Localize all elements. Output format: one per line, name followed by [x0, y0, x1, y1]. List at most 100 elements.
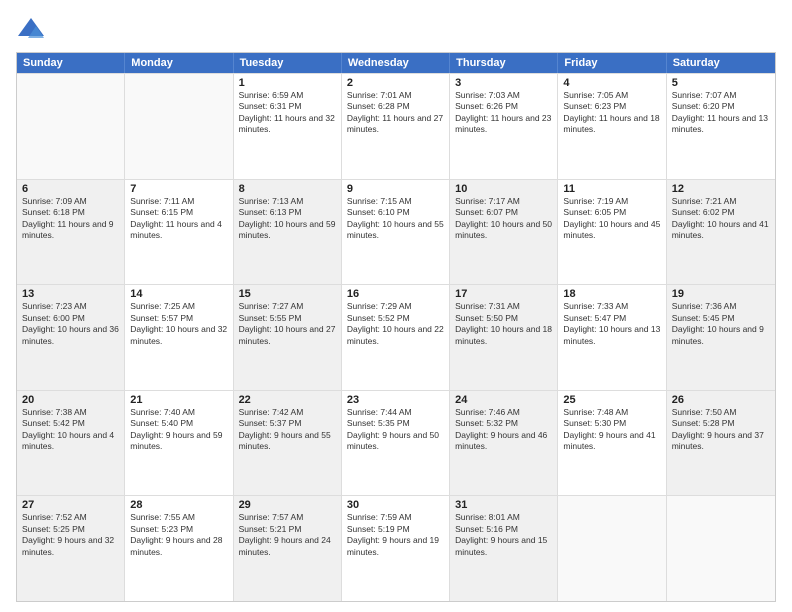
day-number: 21 [130, 394, 227, 406]
day-info: Sunrise: 7:29 AM Sunset: 5:52 PM Dayligh… [347, 301, 444, 347]
calendar-cell: 19Sunrise: 7:36 AM Sunset: 5:45 PM Dayli… [667, 285, 775, 390]
calendar-cell [667, 496, 775, 601]
day-number: 31 [455, 499, 552, 511]
calendar-cell: 6Sunrise: 7:09 AM Sunset: 6:18 PM Daylig… [17, 180, 125, 285]
calendar-cell: 17Sunrise: 7:31 AM Sunset: 5:50 PM Dayli… [450, 285, 558, 390]
day-number: 30 [347, 499, 444, 511]
day-info: Sunrise: 7:52 AM Sunset: 5:25 PM Dayligh… [22, 512, 119, 558]
day-number: 13 [22, 288, 119, 300]
calendar-cell: 20Sunrise: 7:38 AM Sunset: 5:42 PM Dayli… [17, 391, 125, 496]
day-number: 4 [563, 77, 660, 89]
day-info: Sunrise: 7:19 AM Sunset: 6:05 PM Dayligh… [563, 196, 660, 242]
calendar-cell [17, 74, 125, 179]
day-number: 16 [347, 288, 444, 300]
logo-icon [16, 16, 46, 44]
day-info: Sunrise: 7:09 AM Sunset: 6:18 PM Dayligh… [22, 196, 119, 242]
header-day-wednesday: Wednesday [342, 53, 450, 73]
day-info: Sunrise: 7:38 AM Sunset: 5:42 PM Dayligh… [22, 407, 119, 453]
day-info: Sunrise: 7:27 AM Sunset: 5:55 PM Dayligh… [239, 301, 336, 347]
day-number: 2 [347, 77, 444, 89]
calendar-cell: 16Sunrise: 7:29 AM Sunset: 5:52 PM Dayli… [342, 285, 450, 390]
calendar-cell: 14Sunrise: 7:25 AM Sunset: 5:57 PM Dayli… [125, 285, 233, 390]
calendar-cell: 4Sunrise: 7:05 AM Sunset: 6:23 PM Daylig… [558, 74, 666, 179]
calendar-cell: 30Sunrise: 7:59 AM Sunset: 5:19 PM Dayli… [342, 496, 450, 601]
calendar-cell: 29Sunrise: 7:57 AM Sunset: 5:21 PM Dayli… [234, 496, 342, 601]
day-info: Sunrise: 7:42 AM Sunset: 5:37 PM Dayligh… [239, 407, 336, 453]
day-number: 8 [239, 183, 336, 195]
day-number: 5 [672, 77, 770, 89]
calendar-header: SundayMondayTuesdayWednesdayThursdayFrid… [17, 53, 775, 73]
calendar-cell: 1Sunrise: 6:59 AM Sunset: 6:31 PM Daylig… [234, 74, 342, 179]
page: SundayMondayTuesdayWednesdayThursdayFrid… [0, 0, 792, 612]
calendar-week-2: 6Sunrise: 7:09 AM Sunset: 6:18 PM Daylig… [17, 179, 775, 285]
day-info: Sunrise: 7:23 AM Sunset: 6:00 PM Dayligh… [22, 301, 119, 347]
calendar-cell: 25Sunrise: 7:48 AM Sunset: 5:30 PM Dayli… [558, 391, 666, 496]
day-number: 27 [22, 499, 119, 511]
day-number: 9 [347, 183, 444, 195]
calendar-week-4: 20Sunrise: 7:38 AM Sunset: 5:42 PM Dayli… [17, 390, 775, 496]
day-info: Sunrise: 7:03 AM Sunset: 6:26 PM Dayligh… [455, 90, 552, 136]
day-number: 11 [563, 183, 660, 195]
calendar-cell: 15Sunrise: 7:27 AM Sunset: 5:55 PM Dayli… [234, 285, 342, 390]
day-number: 28 [130, 499, 227, 511]
calendar-cell: 11Sunrise: 7:19 AM Sunset: 6:05 PM Dayli… [558, 180, 666, 285]
day-number: 14 [130, 288, 227, 300]
day-number: 29 [239, 499, 336, 511]
day-info: Sunrise: 7:44 AM Sunset: 5:35 PM Dayligh… [347, 407, 444, 453]
day-number: 17 [455, 288, 552, 300]
day-number: 23 [347, 394, 444, 406]
day-number: 7 [130, 183, 227, 195]
day-number: 1 [239, 77, 336, 89]
day-number: 12 [672, 183, 770, 195]
calendar-week-5: 27Sunrise: 7:52 AM Sunset: 5:25 PM Dayli… [17, 495, 775, 601]
day-number: 10 [455, 183, 552, 195]
calendar-cell: 13Sunrise: 7:23 AM Sunset: 6:00 PM Dayli… [17, 285, 125, 390]
day-info: Sunrise: 7:21 AM Sunset: 6:02 PM Dayligh… [672, 196, 770, 242]
calendar-cell: 26Sunrise: 7:50 AM Sunset: 5:28 PM Dayli… [667, 391, 775, 496]
day-number: 19 [672, 288, 770, 300]
day-info: Sunrise: 7:07 AM Sunset: 6:20 PM Dayligh… [672, 90, 770, 136]
day-info: Sunrise: 7:11 AM Sunset: 6:15 PM Dayligh… [130, 196, 227, 242]
day-info: Sunrise: 7:50 AM Sunset: 5:28 PM Dayligh… [672, 407, 770, 453]
calendar: SundayMondayTuesdayWednesdayThursdayFrid… [16, 52, 776, 602]
calendar-cell: 22Sunrise: 7:42 AM Sunset: 5:37 PM Dayli… [234, 391, 342, 496]
day-number: 3 [455, 77, 552, 89]
day-info: Sunrise: 7:05 AM Sunset: 6:23 PM Dayligh… [563, 90, 660, 136]
calendar-cell: 10Sunrise: 7:17 AM Sunset: 6:07 PM Dayli… [450, 180, 558, 285]
day-number: 6 [22, 183, 119, 195]
day-number: 24 [455, 394, 552, 406]
day-info: Sunrise: 7:48 AM Sunset: 5:30 PM Dayligh… [563, 407, 660, 453]
day-info: Sunrise: 7:59 AM Sunset: 5:19 PM Dayligh… [347, 512, 444, 558]
day-info: Sunrise: 7:55 AM Sunset: 5:23 PM Dayligh… [130, 512, 227, 558]
day-info: Sunrise: 7:15 AM Sunset: 6:10 PM Dayligh… [347, 196, 444, 242]
calendar-cell: 18Sunrise: 7:33 AM Sunset: 5:47 PM Dayli… [558, 285, 666, 390]
calendar-cell: 2Sunrise: 7:01 AM Sunset: 6:28 PM Daylig… [342, 74, 450, 179]
calendar-cell: 24Sunrise: 7:46 AM Sunset: 5:32 PM Dayli… [450, 391, 558, 496]
day-number: 25 [563, 394, 660, 406]
day-info: Sunrise: 7:17 AM Sunset: 6:07 PM Dayligh… [455, 196, 552, 242]
day-number: 18 [563, 288, 660, 300]
calendar-cell: 28Sunrise: 7:55 AM Sunset: 5:23 PM Dayli… [125, 496, 233, 601]
day-number: 15 [239, 288, 336, 300]
day-number: 20 [22, 394, 119, 406]
day-number: 26 [672, 394, 770, 406]
calendar-cell [558, 496, 666, 601]
day-info: Sunrise: 8:01 AM Sunset: 5:16 PM Dayligh… [455, 512, 552, 558]
day-info: Sunrise: 7:13 AM Sunset: 6:13 PM Dayligh… [239, 196, 336, 242]
calendar-cell: 31Sunrise: 8:01 AM Sunset: 5:16 PM Dayli… [450, 496, 558, 601]
calendar-cell: 9Sunrise: 7:15 AM Sunset: 6:10 PM Daylig… [342, 180, 450, 285]
calendar-cell: 3Sunrise: 7:03 AM Sunset: 6:26 PM Daylig… [450, 74, 558, 179]
calendar-cell: 7Sunrise: 7:11 AM Sunset: 6:15 PM Daylig… [125, 180, 233, 285]
header-day-friday: Friday [558, 53, 666, 73]
header-day-monday: Monday [125, 53, 233, 73]
calendar-cell: 8Sunrise: 7:13 AM Sunset: 6:13 PM Daylig… [234, 180, 342, 285]
day-number: 22 [239, 394, 336, 406]
calendar-body: 1Sunrise: 6:59 AM Sunset: 6:31 PM Daylig… [17, 73, 775, 601]
header-day-thursday: Thursday [450, 53, 558, 73]
header-day-sunday: Sunday [17, 53, 125, 73]
calendar-cell: 27Sunrise: 7:52 AM Sunset: 5:25 PM Dayli… [17, 496, 125, 601]
calendar-cell: 12Sunrise: 7:21 AM Sunset: 6:02 PM Dayli… [667, 180, 775, 285]
calendar-cell: 23Sunrise: 7:44 AM Sunset: 5:35 PM Dayli… [342, 391, 450, 496]
calendar-week-3: 13Sunrise: 7:23 AM Sunset: 6:00 PM Dayli… [17, 284, 775, 390]
day-info: Sunrise: 7:57 AM Sunset: 5:21 PM Dayligh… [239, 512, 336, 558]
